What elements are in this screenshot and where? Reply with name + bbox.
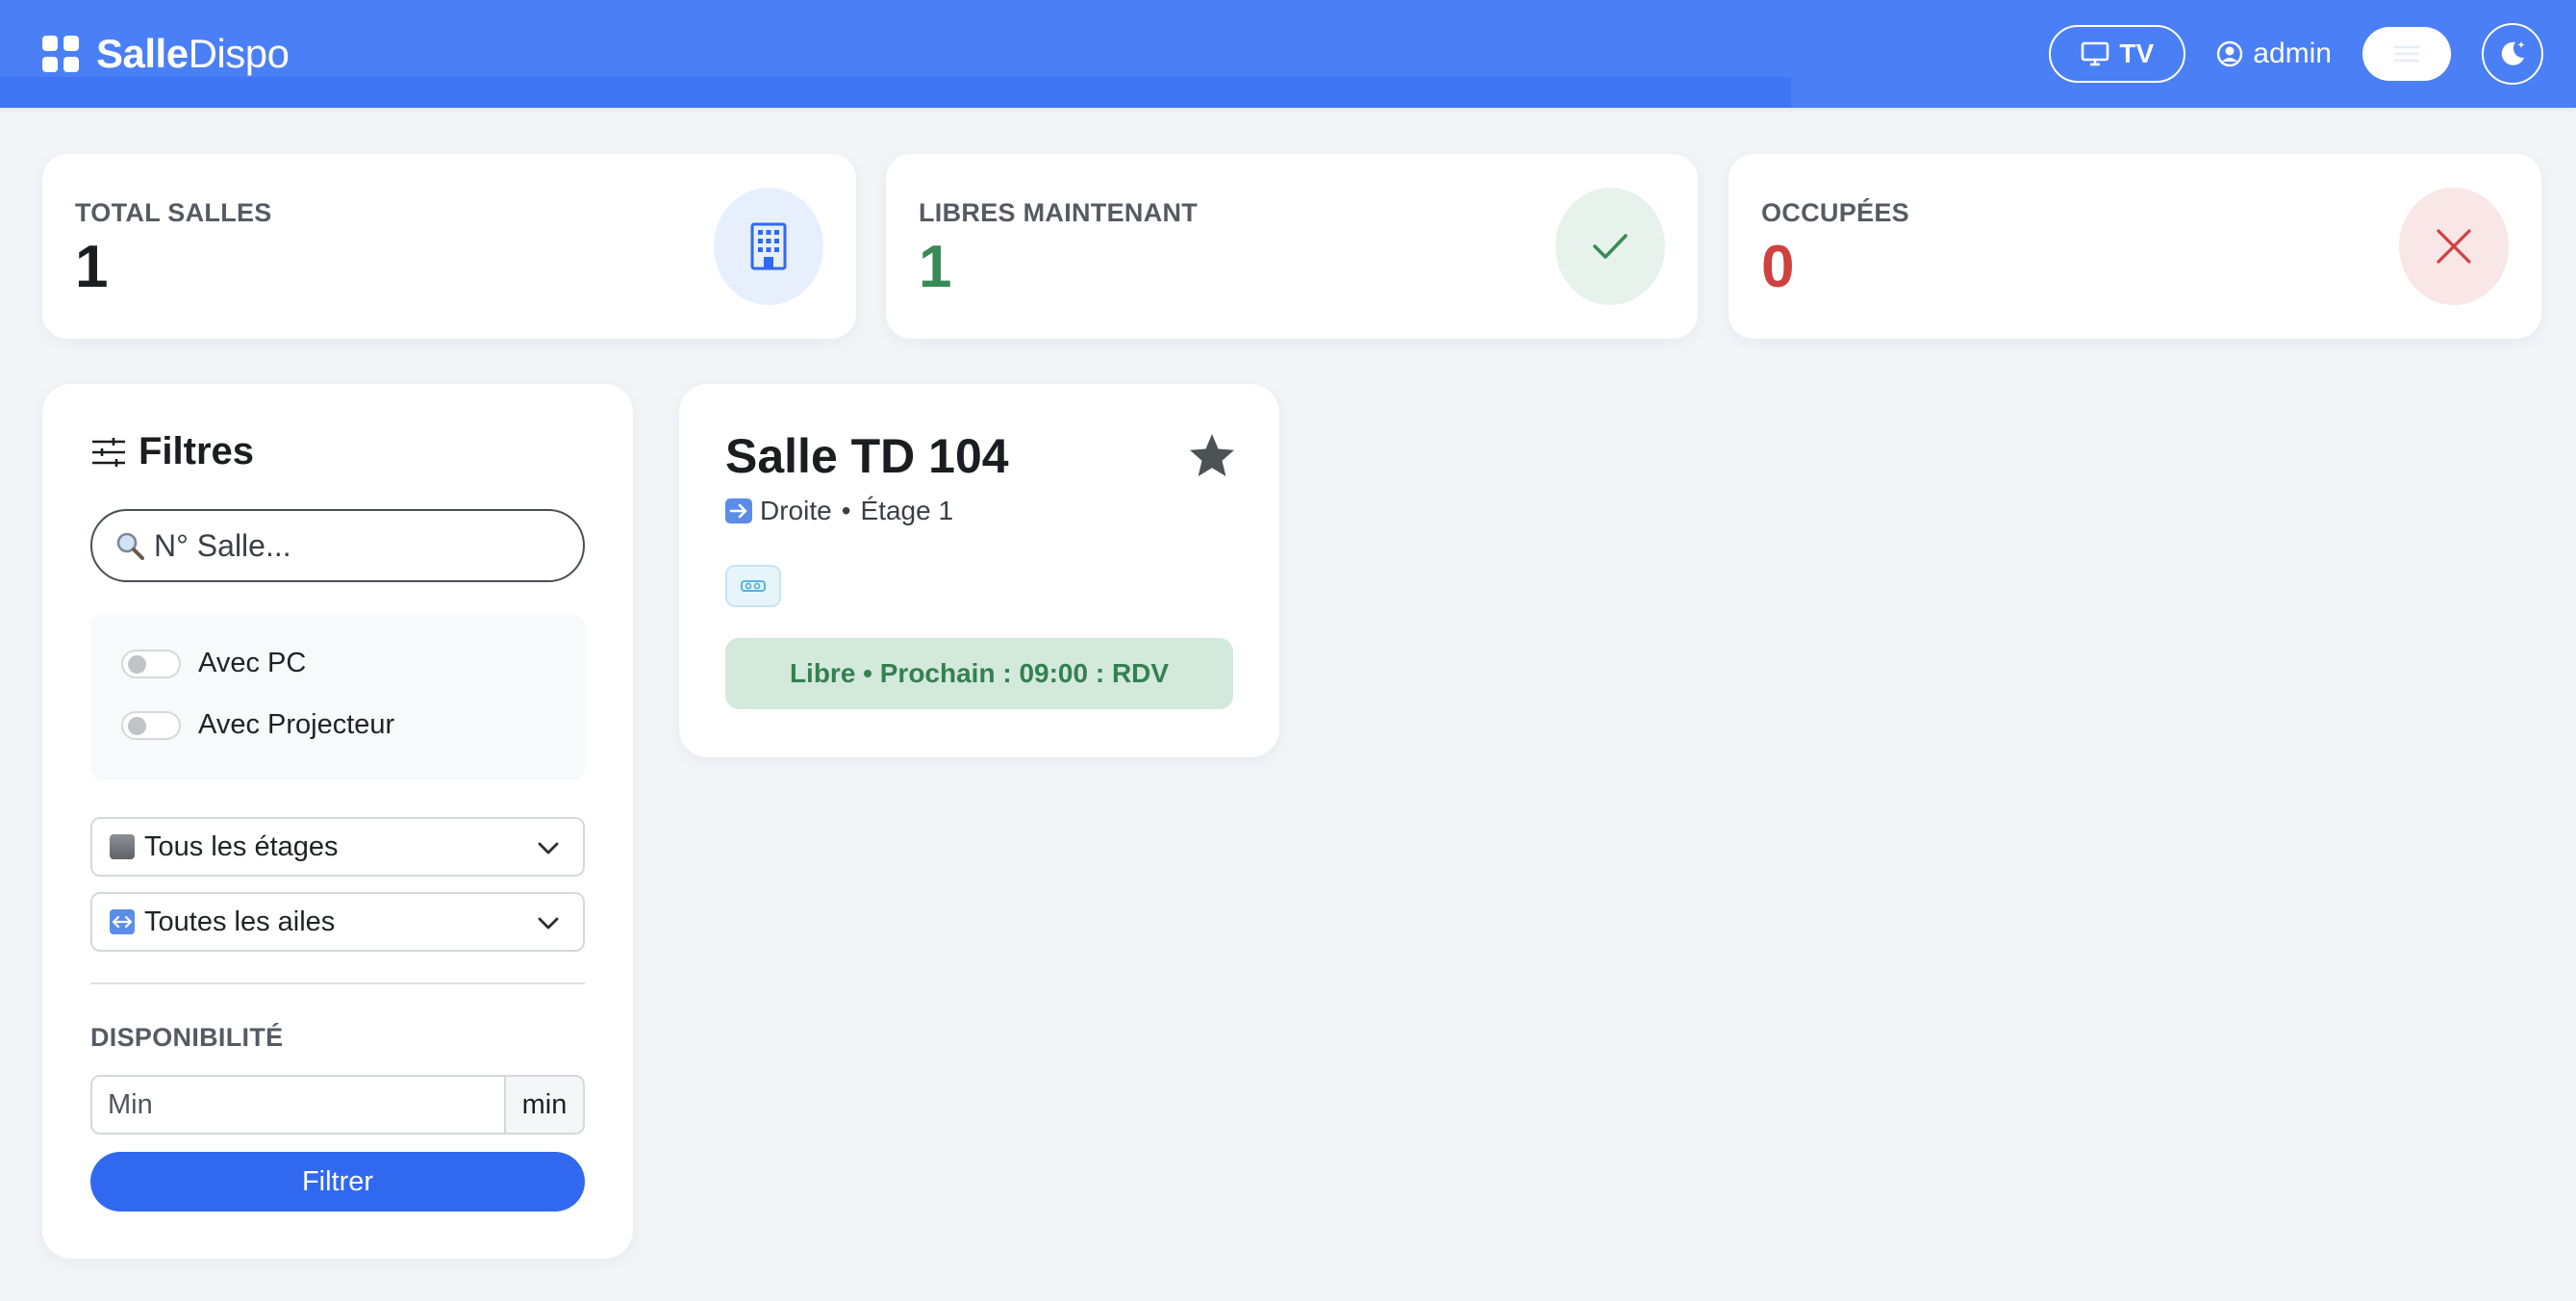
chevron-down-icon (538, 842, 559, 855)
filter-submit-button[interactable]: Filtrer (90, 1152, 585, 1212)
brand-logo[interactable]: Salle Dispo (42, 29, 290, 79)
monitor-icon (2082, 41, 2109, 66)
building-icon (750, 222, 787, 270)
filters-title-text: Filtres (139, 430, 255, 472)
toggle-pc-row: Avec PC (121, 648, 306, 679)
wing-select[interactable]: Toutes les ailes (90, 892, 585, 952)
sliders-icon (92, 437, 125, 467)
stat-value: 1 (75, 234, 109, 300)
projector-badge (725, 565, 781, 607)
stat-card-total: TOTAL SALLES 1 (42, 154, 856, 339)
room-search-input[interactable] (154, 527, 558, 564)
navbar-progress-strip (0, 77, 1791, 108)
filters-panel: Filtres Avec PC Avec Projecteur Tous les… (42, 384, 633, 1259)
toggle-projector-row: Avec Projecteur (121, 709, 394, 741)
location-separator: • (841, 496, 851, 525)
menu-pill-button[interactable] (2362, 27, 2451, 81)
filters-divider (90, 982, 585, 984)
stat-label: LIBRES MAINTENANT (919, 198, 1199, 227)
building-icon-circle (714, 188, 823, 305)
stat-card-free: LIBRES MAINTENANT 1 (886, 154, 1698, 339)
equipment-toggles: Avec PC Avec Projecteur (90, 615, 585, 780)
dark-mode-toggle[interactable] (2482, 23, 2543, 85)
user-menu[interactable]: admin (2216, 38, 2332, 70)
grid-icon (42, 36, 79, 72)
stat-label: TOTAL SALLES (75, 198, 272, 227)
room-search-field[interactable] (90, 509, 585, 582)
star-icon[interactable] (1187, 432, 1237, 480)
projector-icon (741, 580, 766, 592)
toggle-pc-switch[interactable] (121, 649, 181, 678)
min-duration-input[interactable] (92, 1077, 504, 1133)
moon-icon (2501, 41, 2525, 65)
stat-label: OCCUPÉES (1761, 198, 1909, 227)
room-name: Salle TD 104 (725, 429, 1009, 483)
close-icon-circle (2399, 188, 2509, 305)
right-arrow-icon (725, 498, 752, 523)
chevron-down-icon (538, 917, 559, 930)
username: admin (2253, 38, 2332, 69)
tv-mode-button[interactable]: TV (2049, 25, 2186, 83)
availability-label: DISPONIBILITÉ (90, 1023, 284, 1052)
left-right-arrow-icon (110, 909, 135, 934)
floor-select[interactable]: Tous les étages (90, 817, 585, 877)
check-icon (1593, 234, 1628, 259)
floor-select-value: Tous les étages (144, 830, 339, 862)
top-navbar: Salle Dispo TV admin (0, 0, 2576, 108)
close-icon (2437, 229, 2471, 264)
office-building-icon (110, 834, 135, 859)
stat-value: 1 (919, 234, 952, 300)
search-icon (115, 531, 144, 560)
room-location: Droite • Étage 1 (725, 496, 953, 526)
brand-bold: Salle (96, 31, 189, 76)
toggle-projector-label: Avec Projecteur (198, 709, 395, 740)
toggle-pc-label: Avec PC (198, 648, 307, 678)
room-floor: Étage 1 (860, 496, 954, 525)
room-card[interactable]: Salle TD 104 Droite • Étage 1 Libre • Pr… (679, 384, 1279, 757)
wing-select-value: Toutes les ailes (144, 906, 336, 937)
check-icon-circle (1555, 188, 1665, 305)
min-duration-group: min (90, 1075, 585, 1135)
tv-label: TV (2119, 38, 2155, 68)
menu-icon (2394, 45, 2419, 63)
filters-title: Filtres (90, 430, 254, 473)
min-duration-suffix: min (504, 1077, 583, 1133)
user-circle-icon (2217, 40, 2243, 67)
room-wing: Droite (760, 496, 832, 525)
stat-value: 0 (1761, 234, 1795, 300)
toggle-projector-switch[interactable] (121, 710, 181, 740)
brand-light: Dispo (188, 31, 290, 76)
room-status-badge: Libre • Prochain : 09:00 : RDV (725, 638, 1233, 709)
stat-card-occupied: OCCUPÉES 0 (1729, 154, 2541, 339)
